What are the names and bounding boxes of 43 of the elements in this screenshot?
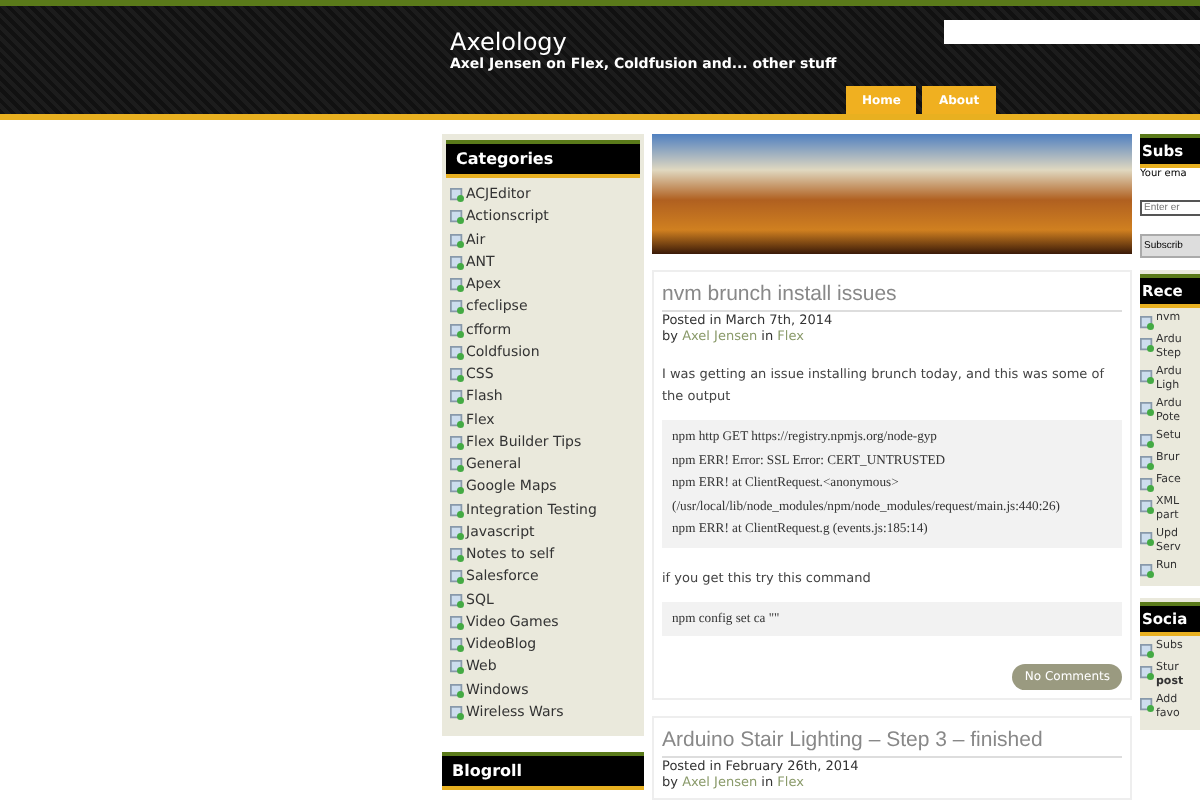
- page-icon: [1140, 698, 1154, 712]
- page-icon: [450, 548, 464, 562]
- page-icon: [450, 593, 464, 607]
- page-icon: [450, 390, 464, 405]
- page-icon: [450, 435, 464, 450]
- page-icon: [450, 503, 464, 517]
- page-icon: [450, 255, 464, 270]
- page-icon: [1140, 478, 1154, 492]
- page-icon: [450, 570, 464, 585]
- page-icon: [450, 458, 464, 472]
- panel-heading: Blogroll: [442, 752, 644, 790]
- post-title[interactable]: Arduino Stair Lighting – Step 3 – finished: [662, 726, 1122, 758]
- page-icon: [1140, 564, 1154, 578]
- site-title[interactable]: Axelology: [450, 28, 930, 56]
- page-icon: [450, 638, 464, 652]
- page-icon: [450, 210, 464, 225]
- page-icon: [450, 300, 464, 315]
- page-icon: [1140, 338, 1154, 352]
- page-icon: [450, 413, 464, 427]
- page-icon: [450, 233, 464, 247]
- page-icon: [450, 368, 464, 382]
- page-icon: [450, 705, 464, 720]
- panel-heading: Categories: [446, 140, 640, 178]
- page-icon: [1140, 316, 1154, 330]
- page-icon: [450, 345, 464, 360]
- page-icon: [1140, 532, 1154, 546]
- page-icon: [1140, 402, 1154, 416]
- page-icon: [1140, 644, 1154, 658]
- page-icon: [450, 525, 464, 540]
- page-icon: [1140, 500, 1154, 514]
- page-icon: [450, 278, 464, 292]
- page-icon: [450, 683, 464, 697]
- page-icon: [450, 660, 464, 675]
- page-icon: [1140, 666, 1154, 680]
- page-icon: [450, 615, 464, 630]
- page-icon: [450, 188, 464, 202]
- page-icon: [450, 480, 464, 495]
- search-field[interactable]: [944, 20, 1200, 44]
- page-icon: [1140, 434, 1154, 448]
- post-title[interactable]: nvm brunch install issues: [662, 280, 1122, 312]
- page-icon: [450, 323, 464, 337]
- page-icon: [1140, 456, 1154, 470]
- page-icon: [1140, 370, 1154, 384]
